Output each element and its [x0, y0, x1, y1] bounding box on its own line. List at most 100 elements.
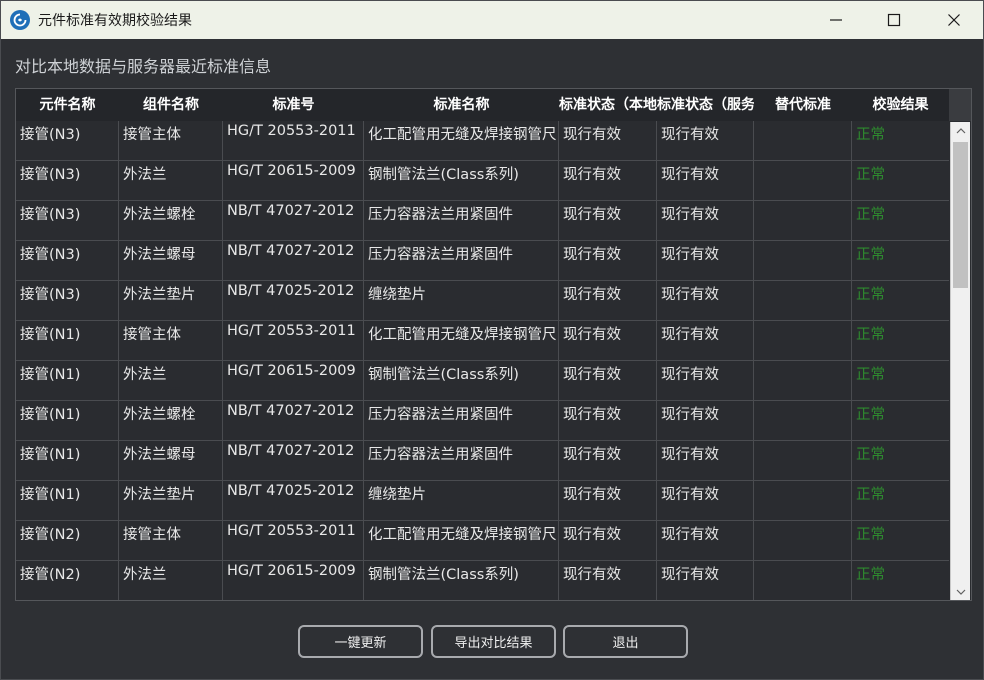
cell-component-name: 接管(N1)	[16, 441, 119, 481]
cell-replacement	[754, 401, 852, 441]
cell-standard-name: 钢制管法兰(Class系列)	[364, 361, 559, 401]
table-row[interactable]: 接管(N3) 外法兰垫片 NB/T 47025-2012 缠绕垫片 现行有效 现行有效 正常	[16, 281, 949, 321]
table-row[interactable]: 接管(N1) 外法兰螺母 NB/T 47027-2012 压力容器法兰用紧固件 现行有效…	[16, 441, 949, 481]
cell-component-name: 接管(N1)	[16, 481, 119, 521]
cell-standard-no: NB/T 47027-2012	[223, 441, 364, 481]
table-row[interactable]: 接管(N1) 外法兰 HG/T 20615-2009 钢制管法兰(Class系列) 现行…	[16, 361, 949, 401]
cell-standard-no: NB/T 47027-2012	[223, 401, 364, 441]
cell-status-server: 现行有效	[657, 161, 754, 201]
chevron-down-icon	[956, 589, 965, 595]
cell-part-name: 外法兰	[119, 161, 223, 201]
results-table[interactable]: 元件名称 组件名称 标准号 标准名称 标准状态（本地 标准状态（服务 替代标准 …	[15, 88, 972, 601]
cell-standard-no: HG/T 20615-2009	[223, 361, 364, 401]
table-row[interactable]: 接管(N2) 外法兰 HG/T 20615-2009 钢制管法兰(Class系列) 现行…	[16, 561, 949, 600]
cell-result: 正常	[856, 487, 885, 503]
header-corner	[949, 89, 971, 121]
cell-part-name: 接管主体	[119, 521, 223, 561]
cell-status-server: 现行有效	[657, 281, 754, 321]
cell-standard-name: 钢制管法兰(Class系列)	[364, 561, 559, 600]
cell-status-local: 现行有效	[559, 521, 657, 561]
table-row[interactable]: 接管(N3) 外法兰螺母 NB/T 47027-2012 压力容器法兰用紧固件 现行有效…	[16, 241, 949, 281]
header-status-server[interactable]: 标准状态（服务	[657, 89, 754, 121]
cell-standard-no: HG/T 20553-2011	[223, 321, 364, 361]
header-part-name[interactable]: 组件名称	[119, 89, 223, 121]
header-standard-no[interactable]: 标准号	[223, 89, 364, 121]
window-title: 元件标准有效期校验结果	[38, 13, 192, 29]
cell-component-name: 接管(N3)	[16, 201, 119, 241]
close-icon	[948, 14, 960, 26]
cell-standard-name: 压力容器法兰用紧固件	[364, 441, 559, 481]
table-header: 元件名称 组件名称 标准号 标准名称 标准状态（本地 标准状态（服务 替代标准 …	[16, 89, 949, 121]
cell-standard-name: 压力容器法兰用紧固件	[364, 401, 559, 441]
cell-replacement	[754, 321, 852, 361]
header-result[interactable]: 校验结果	[852, 89, 949, 121]
table-row[interactable]: 接管(N1) 外法兰螺栓 NB/T 47027-2012 压力容器法兰用紧固件 现行有效…	[16, 401, 949, 441]
table-row[interactable]: 接管(N1) 接管主体 HG/T 20553-2011 化工配管用无缝及焊接钢管尺 现行…	[16, 321, 949, 361]
cell-component-name: 接管(N1)	[16, 321, 119, 361]
scroll-down-button[interactable]	[951, 583, 970, 600]
cell-status-server: 现行有效	[657, 441, 754, 481]
cell-standard-no: HG/T 20615-2009	[223, 561, 364, 600]
cell-status-local: 现行有效	[559, 121, 657, 161]
cell-replacement	[754, 161, 852, 201]
table-row[interactable]: 接管(N2) 接管主体 HG/T 20553-2011 化工配管用无缝及焊接钢管尺 现行…	[16, 521, 949, 561]
cell-status-local: 现行有效	[559, 441, 657, 481]
cell-standard-name: 钢制管法兰(Class系列)	[364, 161, 559, 201]
cell-part-name: 外法兰螺栓	[119, 401, 223, 441]
cell-standard-no: NB/T 47027-2012	[223, 241, 364, 281]
header-replacement[interactable]: 替代标准	[754, 89, 852, 121]
cell-result: 正常	[856, 407, 885, 423]
cell-result: 正常	[856, 567, 885, 583]
app-logo-icon	[10, 10, 30, 30]
minimize-icon	[830, 19, 842, 21]
table-row[interactable]: 接管(N1) 外法兰垫片 NB/T 47025-2012 缠绕垫片 现行有效 现行有效 正常	[16, 481, 949, 521]
header-component-name[interactable]: 元件名称	[16, 89, 119, 121]
cell-status-local: 现行有效	[559, 561, 657, 600]
table-row[interactable]: 接管(N3) 外法兰螺栓 NB/T 47027-2012 压力容器法兰用紧固件 现行有效…	[16, 201, 949, 241]
export-results-button[interactable]: 导出对比结果	[431, 625, 556, 658]
cell-standard-name: 化工配管用无缝及焊接钢管尺	[364, 121, 559, 161]
cell-standard-no: NB/T 47025-2012	[223, 481, 364, 521]
update-all-button[interactable]: 一键更新	[298, 625, 423, 658]
scroll-thumb[interactable]	[953, 142, 968, 288]
header-status-local[interactable]: 标准状态（本地	[559, 89, 657, 121]
cell-replacement	[754, 561, 852, 600]
cell-replacement	[754, 281, 852, 321]
minimize-button[interactable]	[807, 1, 865, 39]
cell-replacement	[754, 121, 852, 161]
cell-result: 正常	[856, 367, 885, 383]
cell-part-name: 外法兰垫片	[119, 281, 223, 321]
cell-standard-no: NB/T 47025-2012	[223, 281, 364, 321]
cell-status-server: 现行有效	[657, 401, 754, 441]
cell-status-local: 现行有效	[559, 321, 657, 361]
cell-status-local: 现行有效	[559, 281, 657, 321]
cell-status-server: 现行有效	[657, 561, 754, 600]
cell-component-name: 接管(N3)	[16, 281, 119, 321]
title-bar[interactable]: 元件标准有效期校验结果	[1, 1, 983, 39]
cell-standard-name: 缠绕垫片	[364, 281, 559, 321]
subtitle: 对比本地数据与服务器最近标准信息	[15, 57, 272, 76]
table-row[interactable]: 接管(N3) 外法兰 HG/T 20615-2009 钢制管法兰(Class系列) 现行…	[16, 161, 949, 201]
cell-part-name: 外法兰螺母	[119, 441, 223, 481]
maximize-button[interactable]	[865, 1, 923, 39]
cell-component-name: 接管(N3)	[16, 121, 119, 161]
cell-status-server: 现行有效	[657, 241, 754, 281]
vertical-scrollbar[interactable]	[950, 122, 970, 600]
cell-status-server: 现行有效	[657, 321, 754, 361]
scroll-up-button[interactable]	[951, 122, 970, 140]
close-button[interactable]	[925, 1, 983, 39]
cell-replacement	[754, 521, 852, 561]
exit-button[interactable]: 退出	[563, 625, 688, 658]
cell-standard-no: NB/T 47027-2012	[223, 201, 364, 241]
cell-standard-name: 化工配管用无缝及焊接钢管尺	[364, 321, 559, 361]
cell-result: 正常	[856, 247, 885, 263]
header-standard-name[interactable]: 标准名称	[364, 89, 559, 121]
cell-part-name: 接管主体	[119, 121, 223, 161]
cell-result: 正常	[856, 207, 885, 223]
cell-status-server: 现行有效	[657, 361, 754, 401]
cell-replacement	[754, 441, 852, 481]
cell-status-local: 现行有效	[559, 241, 657, 281]
cell-replacement	[754, 361, 852, 401]
cell-status-local: 现行有效	[559, 401, 657, 441]
table-row[interactable]: 接管(N3) 接管主体 HG/T 20553-2011 化工配管用无缝及焊接钢管尺 现行…	[16, 121, 949, 161]
